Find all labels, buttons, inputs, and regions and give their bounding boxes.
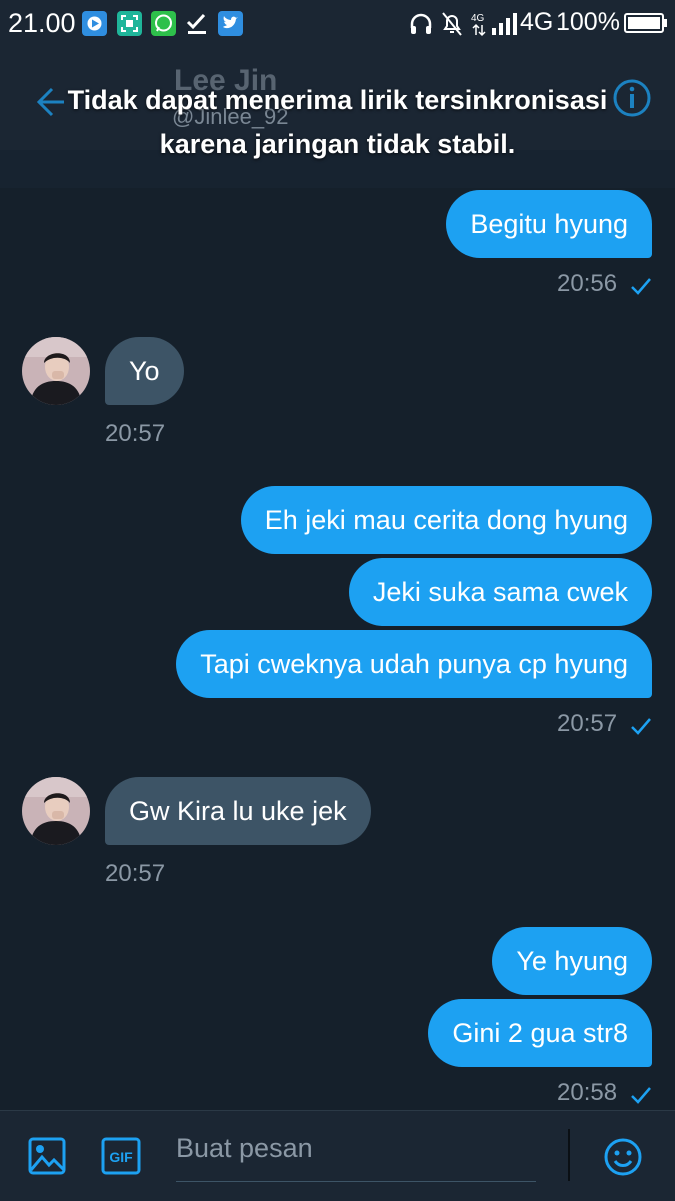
svg-text:4G: 4G [471,13,485,24]
input-underline [176,1181,536,1182]
message-timestamp: 20:57 [557,710,618,737]
outgoing-message[interactable]: Gini 2 gua str8 [428,999,652,1067]
data-4g-icon: 4G [471,13,486,37]
muted-bell-icon [442,12,462,36]
toast-line: Tidak dapat menerima lirik tersinkronisa… [67,85,608,115]
message-input[interactable]: Buat pesan [176,1133,313,1164]
outgoing-message[interactable]: Jeki suka sama cwek [348,558,652,626]
battery-icon [624,13,667,33]
twitter-icon [218,11,243,36]
battery-percent: 100% [556,8,620,36]
outgoing-message[interactable]: Begitu hyung [446,190,652,258]
outgoing-message[interactable]: Tapi cweknya udah punya cp hyung [176,630,652,698]
incoming-message[interactable]: Yo [105,337,184,405]
outgoing-message[interactable]: Eh jeki mau cerita dong hyung [240,486,652,554]
message-timestamp: 20:57 [105,860,166,887]
composer-divider [568,1129,570,1181]
incoming-message[interactable]: Gw Kira lu uke jek [105,777,371,845]
emoji-icon[interactable] [603,1137,643,1177]
avatar[interactable] [22,337,90,405]
network-type: 4G [520,8,554,36]
sent-check-icon [631,278,651,295]
status-bar: 21.00 4G 4G 100% [0,0,675,48]
whatsapp-icon [151,11,176,36]
sent-check-icon [631,1087,651,1104]
message-timestamp: 20:58 [557,1079,618,1106]
message-composer: GIF Buat pesan [0,1110,675,1201]
message-timestamp: 20:57 [105,420,166,447]
headphones-icon [410,13,432,34]
screenshot-app-icon [117,11,142,36]
task-done-icon [185,11,210,36]
svg-text:GIF: GIF [109,1149,133,1165]
outgoing-message[interactable]: Ye hyung [492,927,652,995]
signal-icon [492,13,517,35]
photo-icon[interactable] [28,1137,66,1175]
avatar[interactable] [22,777,90,845]
message-timestamp: 20:56 [557,270,618,297]
music-app-icon [82,11,107,36]
toast-line: karena jaringan tidak stabil. [159,129,516,159]
clock: 21.00 [8,8,76,38]
sent-check-icon [631,718,651,735]
gif-icon[interactable]: GIF [101,1137,141,1175]
toast-notification: Tidak dapat menerima lirik tersinkronisa… [0,78,675,166]
